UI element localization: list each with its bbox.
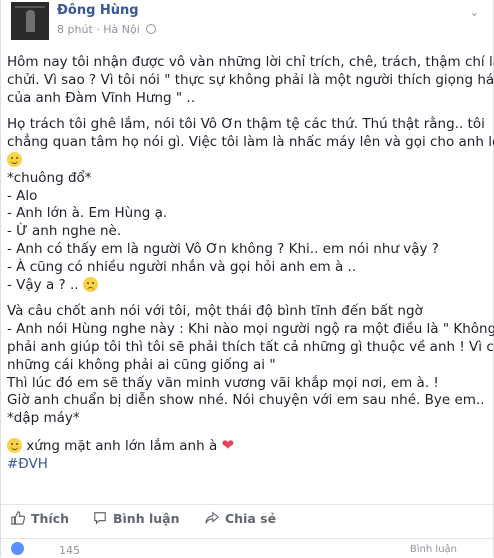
chevron-down-icon[interactable]: ⌄ (470, 6, 479, 19)
smile-emoji-icon (7, 151, 22, 167)
post-body: Hôm nay tôi nhận được vô vàn những lời c… (7, 54, 494, 474)
like-button[interactable]: Thích (11, 511, 69, 526)
heart-icon: ❤ (221, 435, 235, 454)
closing-text: xứng mặt anh lớn lắm anh à (26, 437, 218, 454)
text-line: chẳng quan tâm họ nói gì. Việc tôi làm l… (7, 134, 494, 151)
paragraph-4: Và câu chốt anh nói với tôi, một thái độ… (7, 303, 494, 428)
text-line: - Ừ anh nghe nè. (7, 223, 122, 240)
comment-label: Bình luận (113, 511, 180, 526)
author-name[interactable]: Đông Hùng (57, 3, 139, 18)
text-line: *dập máy* (7, 410, 80, 427)
like-label: Thích (31, 511, 70, 526)
text-line: chửi. Vì sao ? Vì tôi nói " thực sự khôn… (7, 71, 494, 88)
text-line: những cái không phải ai cũng giống ai " (7, 356, 276, 373)
text-line: Giờ anh chuẩn bị diễn show nhé. Nói chuy… (7, 392, 485, 409)
sad-emoji-icon (82, 276, 98, 292)
post-time[interactable]: 8 phút (57, 23, 93, 36)
comment-icon (94, 512, 106, 525)
thumbs-up-icon (11, 511, 25, 525)
paragraph-1: Hôm nay tôi nhận được vô vàn những lời c… (7, 54, 494, 107)
reactions-bar: 145 Bình luận (1, 538, 493, 558)
share-button[interactable]: Chia sẻ (205, 511, 276, 526)
reaction-count[interactable]: 145 (59, 544, 80, 557)
closing-line: xứng mặt anh lớn lắm anh à ❤ (7, 435, 485, 456)
text-line: - Anh có thấy em là người Vô Ơn không ? … (7, 240, 439, 257)
text-line: - Anh lớn à. Em Hùng ạ. (7, 205, 168, 222)
avatar-stripe (15, 6, 45, 8)
text-line: Thì lúc đó em sẽ thấy văn minh vương vãi… (7, 374, 439, 391)
paragraph-2: Họ trách tôi ghê lắm, nói tôi Vô Ơn thậm… (7, 116, 494, 170)
avatar[interactable] (11, 2, 49, 40)
action-bar: Thích Bình luận Chia sẻ (1, 504, 493, 535)
hashtag-link[interactable]: #ĐVH (7, 456, 485, 474)
text-line: - Alo (7, 187, 38, 204)
closing-paragraph: xứng mặt anh lớn lắm anh à ❤ #ĐVH (7, 435, 485, 474)
text-line: *chuông đổ* (7, 169, 92, 186)
text-line: - À cũng có nhiều người nhắn và gọi hỏi … (7, 258, 357, 275)
text-line-with-emoji: - Vậy a ? .. (7, 276, 485, 295)
share-icon (205, 511, 219, 524)
share-label: Chia sẻ (225, 511, 277, 526)
text-line: của anh Đàm Vĩnh Hưng " .. (7, 89, 195, 106)
smile-emoji-icon (7, 437, 22, 453)
like-reaction-icon[interactable] (11, 542, 24, 555)
text-line: - Vậy a ? .. (7, 276, 79, 293)
facebook-post-card: Đông Hùng 8 phút · Hà Nội ⌄ Hôm nay tôi … (0, 0, 494, 558)
meta-separator: · (96, 23, 100, 36)
post-header: Đông Hùng 8 phút · Hà Nội ⌄ (1, 0, 493, 46)
text-line: Hôm nay tôi nhận được vô vàn những lời c… (7, 54, 494, 70)
smile-emoji-line (7, 151, 485, 170)
post-location[interactable]: Hà Nội (103, 23, 140, 36)
text-line: Họ trách tôi ghê lắm, nói tôi Vô Ơn thậm… (7, 116, 485, 133)
comment-button[interactable]: Bình luận (93, 511, 179, 526)
globe-icon (146, 24, 157, 34)
text-line: phải anh giúp tôi thì tôi sẽ phải thích … (7, 338, 494, 355)
text-line: Và câu chốt anh nói với tôi, một thái độ… (7, 303, 423, 320)
paragraph-3: *chuông đổ* - Alo - Anh lớn à. Em Hùng ạ… (7, 170, 485, 295)
post-meta: 8 phút · Hà Nội (57, 23, 157, 36)
comments-link[interactable]: Bình luận (410, 544, 457, 555)
avatar-figure (26, 10, 35, 32)
text-line: - Anh nói Hùng nghe này : Khi nào mọi ng… (7, 321, 494, 338)
